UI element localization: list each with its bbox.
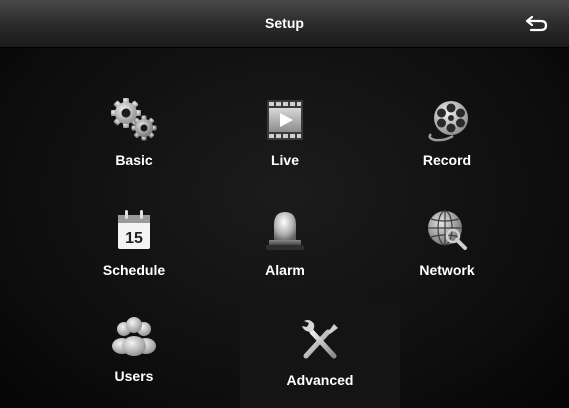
menu-grid: Basic Live Record 15 Schedule Alarm Netw… — [0, 48, 569, 408]
menu-item-label: Basic — [115, 152, 153, 168]
menu-item-label: Alarm — [265, 262, 305, 278]
menu-item-live[interactable]: Live — [210, 94, 360, 194]
menu-item-advanced[interactable]: Advanced — [240, 298, 400, 408]
menu-item-alarm[interactable]: Alarm — [210, 204, 360, 304]
gears-icon — [108, 94, 160, 146]
menu-item-basic[interactable]: Basic — [59, 94, 209, 194]
menu-item-label: Schedule — [102, 262, 166, 278]
menu-item-network[interactable]: Network — [372, 204, 522, 304]
users-group-icon — [108, 310, 160, 362]
calendar-icon: 15 — [108, 204, 160, 256]
menu-item-label: Advanced — [286, 372, 354, 388]
menu-item-label: Users — [114, 368, 154, 384]
title-bar: Setup — [0, 0, 569, 48]
video-play-icon — [259, 94, 311, 146]
menu-item-label: Network — [419, 262, 475, 278]
tools-icon — [294, 314, 346, 366]
menu-item-record[interactable]: Record — [372, 94, 522, 194]
page-title: Setup — [265, 15, 304, 31]
back-button[interactable] — [523, 11, 551, 35]
menu-item-users[interactable]: Users — [59, 310, 209, 408]
globe-search-icon — [421, 204, 473, 256]
back-arrow-icon — [526, 15, 548, 32]
menu-item-schedule[interactable]: 15 Schedule — [59, 204, 209, 304]
calendar-day: 15 — [125, 230, 143, 247]
menu-item-label: Live — [270, 152, 299, 168]
film-reel-icon — [421, 94, 473, 146]
siren-icon — [259, 204, 311, 256]
setup-screen: Setup Basic Live Record 15 Schedule Alar… — [0, 0, 569, 408]
menu-item-label: Record — [422, 152, 472, 168]
